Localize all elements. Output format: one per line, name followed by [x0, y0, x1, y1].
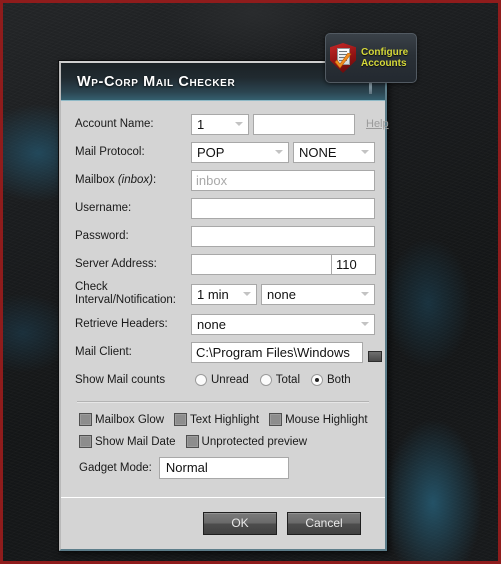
checkbox-row-2: Show Mail Date Unprotected preview	[75, 435, 371, 448]
row-check-interval: Check Interval/Notification: 1 min none	[75, 281, 375, 307]
cancel-button[interactable]: Cancel	[287, 512, 361, 535]
label-mailbox-colon: :	[153, 173, 157, 186]
chevron-down-icon	[235, 122, 243, 126]
label-check-interval: Check Interval/Notification:	[75, 281, 191, 307]
row-retrieve-headers: Retrieve Headers: none	[75, 313, 375, 335]
server-address-input[interactable]	[191, 253, 331, 275]
chevron-down-icon	[361, 292, 369, 296]
check-interval-select[interactable]: 1 min	[191, 283, 257, 305]
checkbox-show-mail-date[interactable]: Show Mail Date	[79, 435, 176, 448]
radio-circle-icon	[195, 374, 207, 386]
chevron-down-icon	[275, 150, 283, 154]
label-retrieve-headers: Retrieve Headers:	[75, 317, 168, 330]
dialog-body: Account Name: 1 Help Mail Protocol: POP	[61, 101, 389, 497]
checkbox-icon	[185, 435, 199, 448]
gadget-label: Configure Accounts	[356, 47, 408, 70]
checkbox-unprotected-preview[interactable]: Unprotected preview	[185, 435, 308, 448]
checkbox-mailbox-glow[interactable]: Mailbox Glow	[79, 413, 164, 426]
section-divider	[77, 401, 369, 403]
row-mailbox: Mailbox (inbox): inbox	[75, 169, 375, 191]
label-account-name: Account Name:	[75, 117, 154, 130]
row-account-name: Account Name: 1 Help	[75, 113, 389, 135]
row-gadget-mode: Gadget Mode: Normal	[75, 457, 371, 479]
row-username: Username:	[75, 197, 375, 219]
radio-unread[interactable]: Unread	[195, 374, 249, 386]
check-mark-icon	[334, 53, 352, 69]
checkbox-row-1: Mailbox Glow Text Highlight Mouse Highli…	[75, 413, 371, 426]
checkbox-mouse-highlight[interactable]: Mouse Highlight	[269, 413, 368, 426]
mailbox-input[interactable]: inbox	[191, 169, 375, 191]
label-check-interval-line1: Check	[75, 281, 108, 293]
label-mail-client: Mail Client:	[75, 345, 132, 358]
checkbox-icon	[79, 435, 92, 448]
checkbox-mailbox-glow-label: Mailbox Glow	[95, 413, 165, 426]
gadget-mode-select[interactable]: Normal	[158, 457, 289, 479]
account-name-select-value: 1	[197, 116, 205, 132]
label-gadget-mode: Gadget Mode:	[79, 462, 152, 474]
label-password: Password:	[75, 229, 129, 242]
help-link[interactable]: Help	[366, 118, 389, 130]
label-username: Username:	[75, 201, 132, 214]
checkbox-mouse-highlight-label: Mouse Highlight	[285, 413, 368, 426]
notification-select[interactable]: none	[261, 283, 375, 305]
label-mailbox-main: Mailbox	[75, 173, 115, 186]
ok-button[interactable]: OK	[203, 512, 277, 535]
shield-check-icon	[330, 43, 356, 73]
label-mailbox-hint: (inbox)	[117, 173, 153, 186]
label-show-mail-counts: Show Mail counts	[75, 373, 166, 386]
mail-security-select[interactable]: NONE	[293, 141, 375, 163]
row-mail-client: Mail Client: C:\Program Files\Windows	[75, 341, 382, 363]
checkbox-icon	[174, 413, 188, 426]
mail-client-input[interactable]: C:\Program Files\Windows	[191, 341, 363, 363]
gadget-label-line1: Configure	[361, 46, 409, 58]
retrieve-headers-value: none	[197, 316, 226, 332]
row-show-mail-counts: Show Mail counts Unread Total Both	[75, 369, 371, 391]
chevron-down-icon	[361, 322, 369, 326]
notification-value: none	[267, 286, 296, 302]
dialog-title: Wp-Corp Mail Checker	[77, 73, 236, 90]
check-interval-value: 1 min	[197, 286, 229, 302]
checkbox-unprotected-preview-label: Unprotected preview	[201, 435, 308, 448]
gadget-mode-value: Normal	[165, 460, 208, 475]
radio-total[interactable]: Total	[259, 374, 301, 386]
username-input[interactable]	[191, 197, 375, 219]
radio-circle-selected-icon	[311, 374, 324, 386]
mail-protocol-value: POP	[197, 144, 225, 160]
row-password: Password:	[75, 225, 375, 247]
radio-unread-label: Unread	[211, 374, 249, 386]
desktop-background: Configure Accounts Wp-Corp Mail Checker …	[0, 0, 501, 564]
retrieve-headers-select[interactable]: none	[191, 313, 375, 335]
mail-security-value: NONE	[299, 144, 337, 160]
radio-both[interactable]: Both	[311, 374, 351, 386]
configure-accounts-gadget[interactable]: Configure Accounts	[325, 33, 417, 83]
chevron-down-icon	[243, 292, 251, 296]
browse-button[interactable]	[368, 350, 382, 362]
mail-protocol-select[interactable]: POP	[191, 141, 289, 163]
account-name-select[interactable]: 1	[191, 113, 249, 135]
label-mail-protocol: Mail Protocol:	[75, 145, 145, 158]
label-server-address: Server Address:	[75, 257, 157, 270]
row-server-address: Server Address: 110	[75, 253, 376, 275]
server-port-input[interactable]: 110	[331, 253, 376, 275]
checkbox-icon	[269, 413, 283, 426]
radio-total-label: Total	[275, 374, 301, 386]
chevron-down-icon	[361, 150, 369, 154]
label-check-interval-line2: Interval/Notification:	[75, 294, 176, 306]
checkbox-text-highlight[interactable]: Text Highlight	[174, 413, 259, 426]
account-name-input[interactable]	[253, 113, 355, 135]
label-mailbox: Mailbox (inbox):	[75, 174, 191, 187]
row-mail-protocol: Mail Protocol: POP NONE	[75, 141, 375, 163]
radio-circle-icon	[259, 374, 272, 386]
radio-both-label: Both	[327, 374, 351, 386]
password-input[interactable]	[191, 225, 375, 247]
checkbox-icon	[79, 413, 92, 426]
checkbox-text-highlight-label: Text Highlight	[190, 413, 260, 426]
mail-checker-dialog: Wp-Corp Mail Checker Account Name: 1 Hel…	[58, 60, 389, 552]
gadget-label-line2: Accounts	[361, 58, 407, 69]
dialog-footer: OK Cancel	[61, 497, 385, 549]
checkbox-show-mail-date-label: Show Mail Date	[95, 435, 176, 448]
